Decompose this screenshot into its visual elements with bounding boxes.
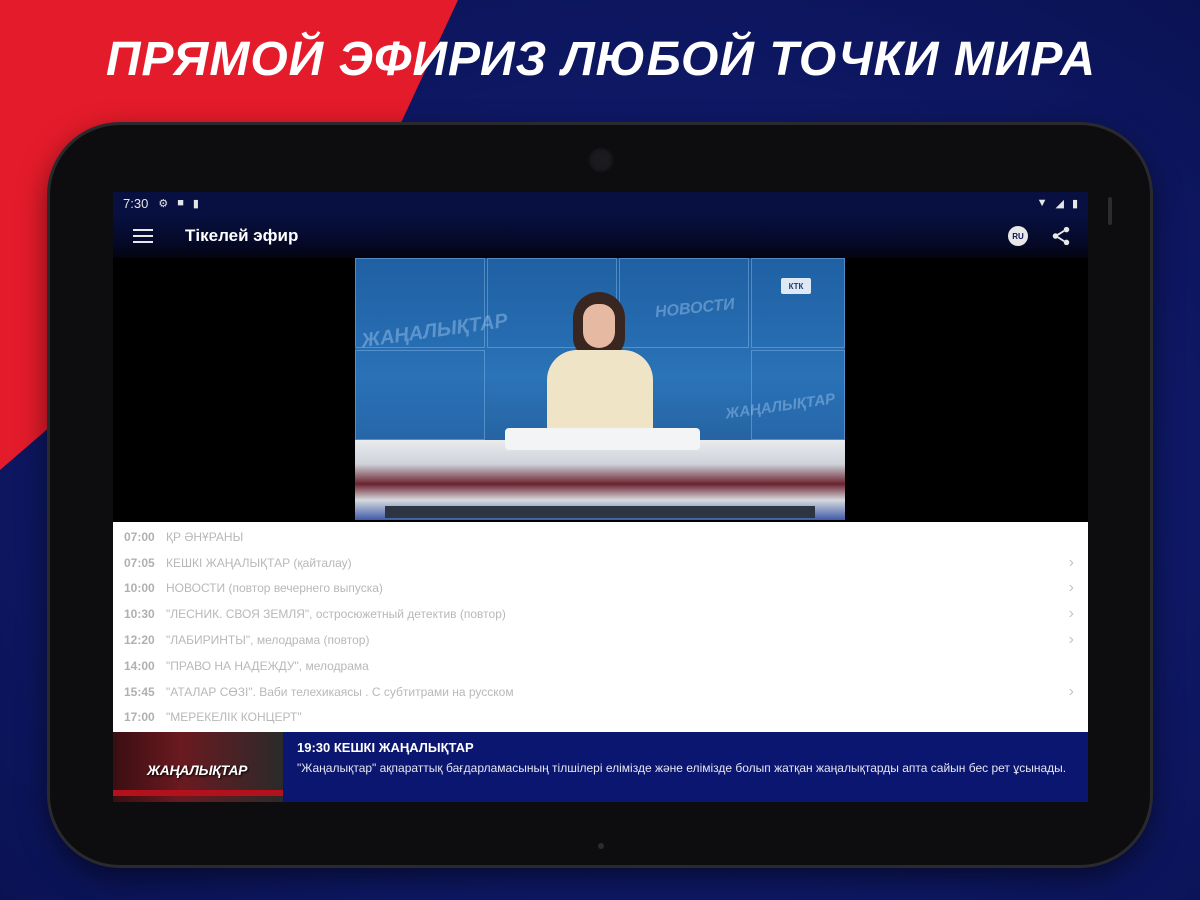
program-thumbnail: ЖАҢАЛЫҚТАР bbox=[113, 732, 283, 802]
studio-panel bbox=[751, 258, 845, 348]
tablet-screen: 7:30 ⚙ ■ ▮ ▼ ◢ ▮ Тікелей эфир RU ЖАҢАЛЫҚ… bbox=[113, 192, 1088, 802]
schedule-row[interactable]: 07:05 КЕШКІ ЖАҢАЛЫҚТАР (қайталау) › bbox=[113, 550, 1088, 576]
now-playing-bar[interactable]: ЖАҢАЛЫҚТАР 19:30 КЕШКІ ЖАҢАЛЫҚТАР "Жаңал… bbox=[113, 732, 1088, 802]
schedule-title: "ПРАВО НА НАДЕЖДУ", мелодрама bbox=[166, 658, 369, 673]
promo-headline-right: ИЗ ЛЮБОЙ ТОЧКИ МИРА bbox=[480, 33, 1096, 86]
schedule-time: 15:45 bbox=[124, 684, 155, 699]
chevron-right-icon[interactable]: › bbox=[1064, 579, 1074, 597]
news-desk-top bbox=[505, 428, 700, 450]
battery-icon: ▮ bbox=[1071, 197, 1078, 210]
thumbnail-stripe bbox=[113, 790, 283, 796]
chevron-right-icon[interactable]: › bbox=[1064, 631, 1074, 649]
status-bar: 7:30 ⚙ ■ ▮ ▼ ◢ ▮ bbox=[113, 192, 1088, 214]
schedule-title: ҚР ӘНҰРАНЫ bbox=[166, 529, 244, 544]
status-time: 7:30 bbox=[123, 195, 149, 211]
schedule-row: 07:00 ҚР ӘНҰРАНЫ bbox=[113, 524, 1088, 550]
promo-headline-left: ПРЯМОЙ ЭФИР bbox=[106, 33, 482, 86]
signal-icon: ◢ bbox=[1055, 197, 1064, 210]
schedule-title: НОВОСТИ (повтор вечернего выпуска) bbox=[166, 581, 383, 596]
studio-panel bbox=[355, 350, 485, 440]
page-title: Тікелей эфир bbox=[185, 226, 299, 245]
app-bar: Тікелей эфир RU bbox=[113, 214, 1088, 258]
camera-icon bbox=[588, 147, 614, 173]
chevron-right-icon[interactable]: › bbox=[1064, 605, 1074, 623]
video-lower-third bbox=[385, 506, 815, 518]
schedule-row[interactable]: 15:45 "АТАЛАР СӨЗІ". Ваби телехикаясы . … bbox=[113, 679, 1088, 705]
now-playing-info: 19:30 КЕШКІ ЖАҢАЛЫҚТАР "Жаңалықтар" ақпа… bbox=[283, 732, 1088, 802]
thumbnail-title: ЖАҢАЛЫҚТАР bbox=[147, 762, 248, 778]
schedule-time: 10:00 bbox=[124, 581, 155, 596]
live-video-player[interactable]: ЖАҢАЛЫҚТАР НОВОСТИ ЖАҢАЛЫҚТАР КТК bbox=[355, 258, 845, 520]
wifi-icon: ▼ bbox=[1036, 196, 1048, 209]
language-button[interactable]: RU bbox=[1008, 226, 1028, 246]
schedule-row[interactable]: 10:30 "ЛЕСНИК. СВОЯ ЗЕМЛЯ", остросюжетны… bbox=[113, 601, 1088, 627]
now-playing-title: 19:30 КЕШКІ ЖАҢАЛЫҚТАР bbox=[297, 740, 474, 755]
notification-icon: ■ bbox=[177, 197, 184, 209]
sd-card-icon: ▮ bbox=[192, 197, 199, 210]
schedule-title: "АТАЛАР СӨЗІ". Ваби телехикаясы . С субт… bbox=[166, 684, 514, 699]
program-schedule-list: 07:00 ҚР ӘНҰРАНЫ 07:05 КЕШКІ ЖАҢАЛЫҚТАР … bbox=[113, 522, 1088, 732]
chevron-right-icon[interactable]: › bbox=[1064, 683, 1074, 701]
tablet-frame: 7:30 ⚙ ■ ▮ ▼ ◢ ▮ Тікелей эфир RU ЖАҢАЛЫҚ… bbox=[50, 125, 1150, 865]
schedule-title: КЕШКІ ЖАҢАЛЫҚТАР (қайталау) bbox=[166, 555, 352, 570]
tablet-side-button bbox=[1108, 197, 1112, 225]
hamburger-menu-icon[interactable] bbox=[133, 229, 153, 243]
schedule-time: 12:20 bbox=[124, 633, 155, 648]
schedule-row: 14:00 "ПРАВО НА НАДЕЖДУ", мелодрама bbox=[113, 653, 1088, 679]
news-anchor-face bbox=[583, 304, 615, 348]
schedule-time: 17:00 bbox=[124, 710, 155, 725]
schedule-row[interactable]: 10:00 НОВОСТИ (повтор вечернего выпуска)… bbox=[113, 576, 1088, 602]
gear-icon: ⚙ bbox=[158, 197, 169, 210]
chevron-right-icon[interactable]: › bbox=[1064, 554, 1074, 572]
schedule-title: "ЛАБИРИНТЫ", мелодрама (повтор) bbox=[166, 633, 370, 648]
share-icon[interactable] bbox=[1050, 225, 1072, 247]
schedule-row: 17:00 "МЕРЕКЕЛІК КОНЦЕРТ" bbox=[113, 705, 1088, 731]
now-playing-description: "Жаңалықтар" ақпараттық бағдарламасының … bbox=[297, 761, 1067, 775]
schedule-title: "ЛЕСНИК. СВОЯ ЗЕМЛЯ", остросюжетный дете… bbox=[166, 607, 506, 622]
tablet-mic-dot bbox=[598, 843, 604, 849]
schedule-time: 14:00 bbox=[124, 658, 155, 673]
schedule-title: "МЕРЕКЕЛІК КОНЦЕРТ" bbox=[166, 710, 302, 725]
schedule-time: 07:05 bbox=[124, 555, 155, 570]
schedule-time: 10:30 bbox=[124, 607, 155, 622]
schedule-time: 07:00 bbox=[124, 529, 155, 544]
schedule-row[interactable]: 12:20 "ЛАБИРИНТЫ", мелодрама (повтор) › bbox=[113, 627, 1088, 653]
channel-logo: КТК bbox=[781, 278, 811, 294]
